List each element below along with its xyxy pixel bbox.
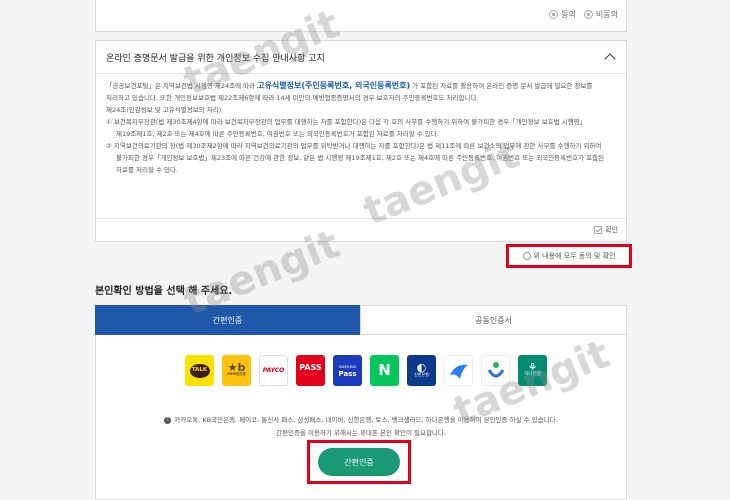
notice-line: 불가피한 경우「개인정보 보호법」제23조에 따른 건강에 관한 정보, 같은 … — [116, 154, 605, 162]
kakao-label: TALK — [189, 363, 210, 378]
notice-line: 「공공보건포털」은 지역보건법 시행령 제24조에 따라 고유식별정보(주민등록… — [106, 80, 616, 92]
provider-info: ! 카카오톡, KB국민은행, 페이코, 통신사 패스, 삼성패스, 네이버, 신… — [96, 414, 626, 424]
pass-label: PASS — [299, 362, 322, 372]
kakao-icon[interactable]: TALK — [185, 355, 214, 386]
notice-line: 자료를 처리할 수 있다. — [116, 166, 179, 174]
auth-tabs: 간편인증 공동인증서 — [95, 305, 627, 335]
payco-icon[interactable]: PAYCO — [259, 355, 288, 386]
agree-radio-group: 동의 비동의 — [549, 9, 618, 20]
naver-icon[interactable]: N — [370, 355, 399, 386]
notice-line: ② 지역보건의료기관의 장(법 제30조제2항에 따라 지역보건의료기관의 업무… — [106, 142, 602, 150]
auth-button-highlight: 간편인증 — [307, 440, 411, 484]
phone-verify-info: 간편인증을 이용하기 위해서는 휴대폰 본인 확인이 필요합니다. — [276, 429, 446, 437]
check-circle-icon — [522, 252, 531, 260]
provider-list: TALK ★b KB국민은행 PAYCO PASS · · · · · SAMSUN… — [185, 355, 547, 386]
toss-logo — [449, 364, 468, 379]
notice-confirm[interactable]: 확인 — [96, 218, 626, 241]
unique-id-highlight: 고유식별정보(주민등록번호, 외국인등록번호) — [257, 81, 411, 90]
disagree-radio-label: 비동의 — [595, 10, 618, 19]
shinhan-label: 신한은행 — [414, 371, 429, 377]
bank-icon[interactable] — [481, 355, 510, 386]
tab-certificate[interactable]: 공동인증서 — [360, 305, 627, 335]
notice-line: 제19조제1호, 제2호 또는 제4호에 따른 주민등록번호, 여권번호 또는 … — [116, 130, 439, 138]
consent-section: 동의 비동의 — [95, 0, 627, 32]
samsung-pass-icon[interactable]: SAMSUNG Pass — [333, 355, 362, 386]
notice-body: 「공공보건포털」은 지역보건법 시행령 제24조에 따라 고유식별정보(주민등록… — [96, 74, 626, 220]
shinhan-icon[interactable]: ◐ 신한은행 — [407, 355, 436, 386]
notice-header[interactable]: 온라인 증명문서 발급을 위한 개인정보 수집 안내사항 고지 — [96, 41, 626, 74]
notice-text: 「공공보건포털」은 지역보건법 시행령 제24조에 따라 — [106, 82, 258, 90]
disagree-radio[interactable]: 비동의 — [583, 9, 618, 20]
auth-method-title: 본인확인 방법을 선택 해 주세요. — [95, 286, 233, 297]
checkbox-icon[interactable] — [594, 226, 603, 234]
agree-all-label: 위 내용에 모두 동의 및 확인 — [533, 252, 616, 260]
info-icon: ! — [164, 416, 172, 424]
tab-simple-auth[interactable]: 간편인증 — [95, 305, 360, 335]
hana-label: 하나은행 — [524, 371, 541, 377]
notice-confirm-label: 확인 — [605, 226, 618, 234]
shinhan-symbol: ◐ — [416, 360, 427, 374]
notice-line: 처리하고 있습니다. 또한 개인정보보호법 제22조제6항에 따라 14세 미만… — [106, 94, 479, 102]
notice-line: 제24조(민감정보 및 고유식별정보의 처리) — [106, 106, 222, 114]
kb-symbol: ★b — [227, 360, 246, 374]
samsung-pass-label: Pass — [338, 369, 357, 378]
kb-label: KB국민은행 — [227, 371, 246, 376]
agree-all-checkbox[interactable]: 위 내용에 모두 동의 및 확인 — [506, 244, 632, 268]
hana-icon[interactable]: ⚘ 하나은행 — [518, 355, 547, 386]
agree-radio[interactable]: 동의 — [549, 9, 576, 20]
pass-icon[interactable]: PASS · · · · · — [296, 355, 325, 386]
radio-icon — [583, 10, 593, 19]
radio-icon — [549, 10, 559, 19]
chevron-up-icon[interactable] — [604, 53, 616, 65]
simple-auth-button[interactable]: 간편인증 — [318, 448, 400, 476]
notice-text: 가 포함된 자료를 활용하여 온라인 증명 문서 발급에 필요한 정보를 — [412, 82, 593, 90]
notice-line: ① 보건복지부장관(법 제30조제4항에 따라 보건복지부장관의 업무를 대행하… — [106, 118, 587, 126]
toss-icon[interactable] — [444, 355, 473, 386]
banksalad-logo — [487, 361, 504, 377]
agree-radio-label: 동의 — [561, 10, 576, 19]
privacy-notice-panel: 온라인 증명문서 발급을 위한 개인정보 수집 안내사항 고지 「공공보건포털」… — [95, 40, 627, 242]
hana-symbol: ⚘ — [527, 360, 538, 374]
provider-info-text: 카카오톡, KB국민은행, 페이코, 통신사 패스, 삼성패스, 네이버, 신한… — [174, 416, 558, 424]
kb-icon[interactable]: ★b KB국민은행 — [222, 355, 251, 386]
pass-sub: · · · · · — [304, 371, 317, 377]
notice-title: 온라인 증명문서 발급을 위한 개인정보 수집 안내사항 고지 — [106, 53, 325, 64]
